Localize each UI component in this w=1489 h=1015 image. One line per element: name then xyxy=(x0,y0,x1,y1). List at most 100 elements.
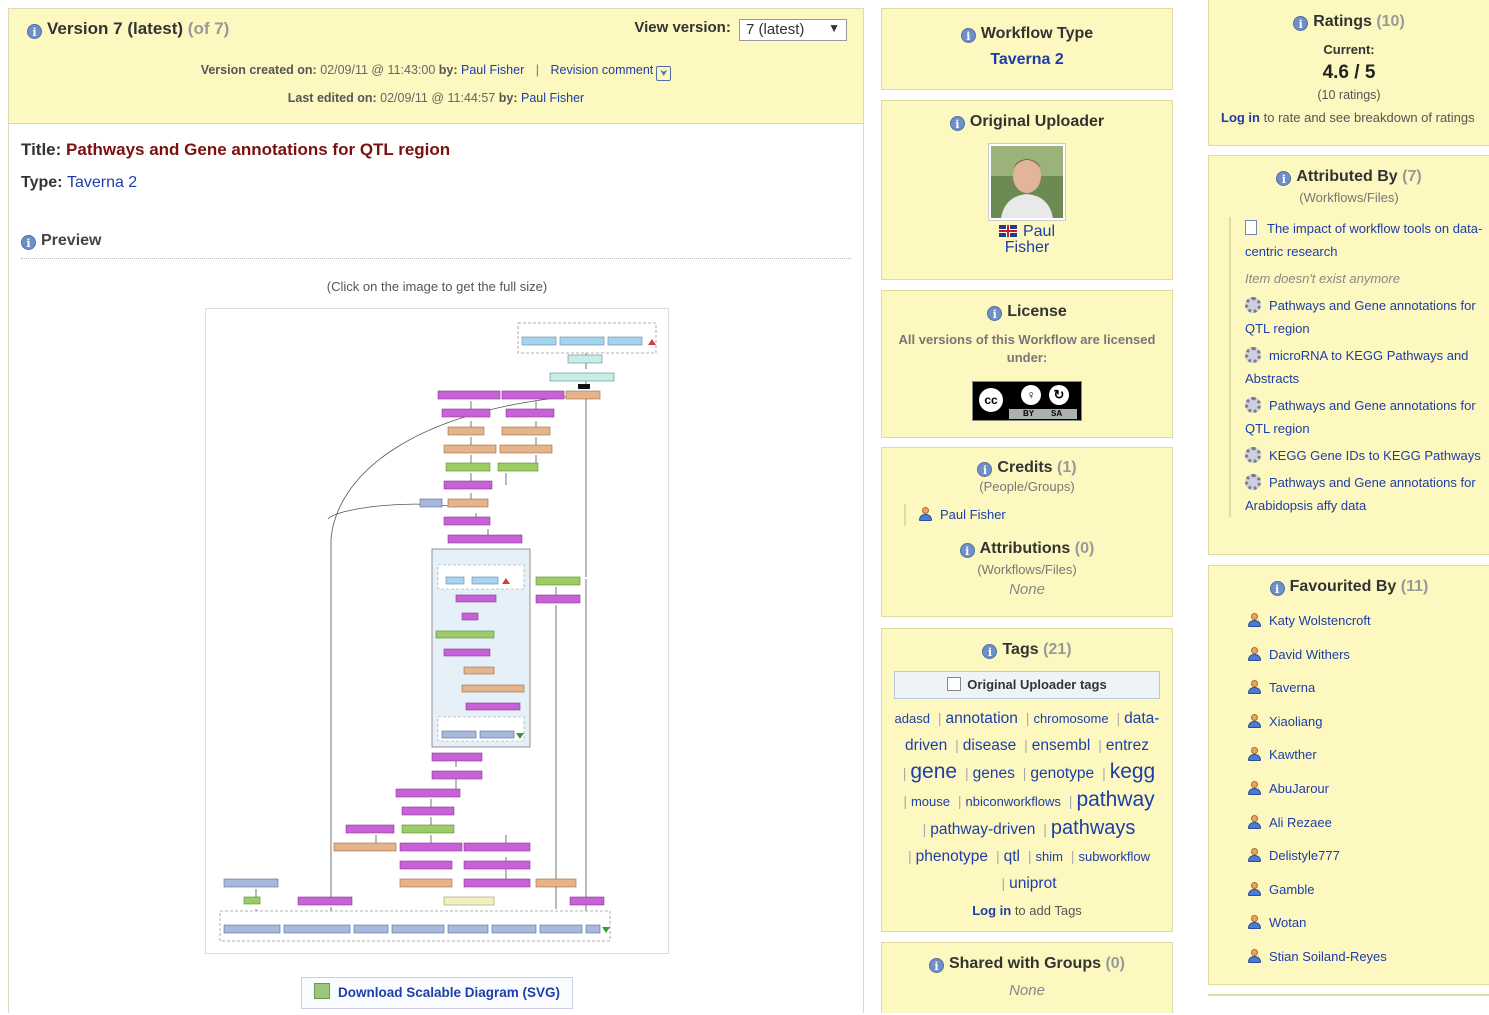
credit-person-link[interactable]: Paul Fisher xyxy=(940,507,1006,522)
workflow-type-value-link[interactable]: Taverna 2 xyxy=(990,51,1064,68)
tag-link[interactable]: pathway xyxy=(1076,788,1154,811)
workflow-diagram-image[interactable] xyxy=(205,308,669,954)
tag-link[interactable]: uniprot xyxy=(1009,875,1056,892)
workflow-gear-icon xyxy=(1245,347,1261,363)
click-note: (Click on the image to get the full size… xyxy=(326,279,548,294)
favourited-user[interactable]: Wotan xyxy=(1247,906,1489,940)
tag-cloud: adasd | annotation | chromosome | data-driv… xyxy=(890,705,1164,897)
version-created-line: Version created on: 02/09/11 @ 11:43:00 … xyxy=(9,63,863,81)
favourited-user-link[interactable]: Kawther xyxy=(1269,747,1317,762)
tag-link[interactable]: kegg xyxy=(1110,760,1156,783)
tag-link[interactable]: chromosome xyxy=(1033,711,1108,726)
tag-separator: | xyxy=(922,821,927,837)
tag-link[interactable]: mouse xyxy=(911,794,950,809)
favourited-user-link[interactable]: Delistyle777 xyxy=(1269,848,1340,863)
tag-separator: | xyxy=(1025,710,1030,726)
tag-separator: | xyxy=(1001,875,1006,891)
login-link[interactable]: Log in xyxy=(1221,110,1260,125)
favourited-user-link[interactable]: AbuJarour xyxy=(1269,781,1329,796)
workflow-type-link[interactable]: Taverna 2 xyxy=(67,174,137,191)
avatar[interactable] xyxy=(988,143,1066,221)
tag-link[interactable]: annotation xyxy=(946,710,1018,727)
favourited-user[interactable]: Xiaoliang xyxy=(1247,705,1489,739)
favourited-user-link[interactable]: Wotan xyxy=(1269,915,1306,930)
tag-link[interactable]: qtl xyxy=(1004,848,1020,865)
checkbox-icon[interactable] xyxy=(947,677,962,691)
person-icon xyxy=(1247,713,1261,728)
created-by-link[interactable]: Paul Fisher xyxy=(461,63,524,77)
tag-link[interactable]: phenotype xyxy=(916,848,988,865)
favourited-user-link[interactable]: Ali Rezaee xyxy=(1269,815,1332,830)
tag-link[interactable]: ensembl xyxy=(1032,737,1091,754)
workflow-type-box: i Workflow Type Taverna 2 xyxy=(881,8,1173,90)
uk-flag-icon xyxy=(998,225,1017,237)
tag-link[interactable]: adasd xyxy=(895,711,930,726)
tags-box: i Tags (21) Original Uploader tags adasd … xyxy=(881,628,1173,932)
attributed-item-link[interactable]: The impact of workflow tools on data-cen… xyxy=(1245,221,1482,259)
download-svg-button[interactable]: Download Scalable Diagram (SVG) xyxy=(301,977,573,1009)
tag-link[interactable]: pathway-driven xyxy=(930,821,1035,838)
tag-separator: | xyxy=(995,848,1000,864)
tag-link[interactable]: gene xyxy=(910,760,957,783)
favourited-user[interactable]: Taverna xyxy=(1247,671,1489,705)
tag-link[interactable]: pathways xyxy=(1051,817,1136,839)
attributed-item[interactable]: Pathways and Gene annotations for QTL re… xyxy=(1245,394,1489,440)
attributed-item[interactable]: The impact of workflow tools on data-cen… xyxy=(1245,217,1489,263)
attributed-item[interactable]: Pathways and Gene annotations for Arabid… xyxy=(1245,471,1489,517)
favourited-user-link[interactable]: Katy Wolstencroft xyxy=(1269,613,1371,628)
favourited-user-link[interactable]: Xiaoliang xyxy=(1269,714,1323,729)
favourited-user-link[interactable]: David Withers xyxy=(1269,647,1350,662)
favourited-user-link[interactable]: Stian Soiland-Reyes xyxy=(1269,949,1387,964)
tag-link[interactable]: entrez xyxy=(1106,737,1149,754)
edited-by-link[interactable]: Paul Fisher xyxy=(521,91,584,105)
login-link[interactable]: Log in xyxy=(972,903,1011,918)
favourited-user[interactable]: Kawther xyxy=(1247,738,1489,772)
favourited-user[interactable]: Stian Soiland-Reyes xyxy=(1247,940,1489,974)
version-title: i Version 7 (latest) (of 7) xyxy=(27,19,229,39)
info-icon: i xyxy=(1293,16,1309,31)
favourited-by-heading: i Favourited By (11) xyxy=(1209,578,1489,596)
favourited-user[interactable]: Delistyle777 xyxy=(1247,839,1489,873)
uploader-last-name-link[interactable]: Fisher xyxy=(1005,239,1049,256)
person-icon xyxy=(1247,848,1261,863)
tag-link[interactable]: nbiconworkflows xyxy=(966,794,1061,809)
attributed-item-link[interactable]: Pathways and Gene annotations for QTL re… xyxy=(1245,298,1476,336)
tag-link[interactable]: subworkflow xyxy=(1078,849,1150,864)
preview-heading: i Preview xyxy=(21,232,851,259)
attributed-item[interactable]: microRNA to KEGG Pathways and Abstracts xyxy=(1245,344,1489,390)
credits-box: i Credits (1) (People/Groups) Paul Fisher… xyxy=(881,447,1173,617)
tag-link[interactable]: genes xyxy=(973,765,1015,782)
revision-comment-link[interactable]: Revision comment xyxy=(550,63,653,77)
tag-link[interactable]: shim xyxy=(1035,849,1062,864)
tag-link[interactable]: genotype xyxy=(1030,765,1094,782)
image-icon xyxy=(313,983,330,999)
cc-by-sa-badge[interactable]: cc ♀ ↻ BY SA xyxy=(972,381,1082,421)
favourited-user-link[interactable]: Gamble xyxy=(1269,882,1315,897)
tag-separator: | xyxy=(1022,765,1027,781)
tag-separator: | xyxy=(1102,765,1106,781)
info-icon: i xyxy=(987,306,1003,321)
info-icon: i xyxy=(1276,171,1292,186)
avatar-photo xyxy=(991,146,1063,218)
uploader-tags-toggle[interactable]: Original Uploader tags xyxy=(894,671,1160,699)
person-icon xyxy=(918,507,932,521)
favourited-user[interactable]: Ali Rezaee xyxy=(1247,806,1489,840)
attributed-item[interactable]: Pathways and Gene annotations for QTL re… xyxy=(1245,294,1489,340)
favourited-user[interactable]: David Withers xyxy=(1247,638,1489,672)
tag-link[interactable]: disease xyxy=(963,737,1016,754)
favourited-user[interactable]: AbuJarour xyxy=(1247,772,1489,806)
attributed-item-link[interactable]: Pathways and Gene annotations for Arabid… xyxy=(1245,475,1476,513)
favourited-user-link[interactable]: Taverna xyxy=(1269,680,1315,695)
attributed-item-link[interactable]: microRNA to KEGG Pathways and Abstracts xyxy=(1245,348,1468,386)
attributed-item[interactable]: KEGG Gene IDs to KEGG Pathways xyxy=(1245,444,1489,467)
attributed-item-link[interactable]: KEGG Gene IDs to KEGG Pathways xyxy=(1269,448,1481,463)
tag-separator: | xyxy=(1043,821,1047,837)
version-select[interactable]: 7 (latest) ▼ xyxy=(739,19,847,41)
favourited-by-list: Katy Wolstencroft David Withers Taverna Xia… xyxy=(1247,604,1489,974)
attributed-item-link[interactable]: Pathways and Gene annotations for QTL re… xyxy=(1245,398,1476,436)
favourited-user[interactable]: Katy Wolstencroft xyxy=(1247,604,1489,638)
tag-separator: | xyxy=(937,710,942,726)
expand-icon[interactable]: ⮟ xyxy=(656,66,672,81)
uploader-first-name-link[interactable]: Paul xyxy=(1023,223,1055,240)
favourited-user[interactable]: Gamble xyxy=(1247,873,1489,907)
